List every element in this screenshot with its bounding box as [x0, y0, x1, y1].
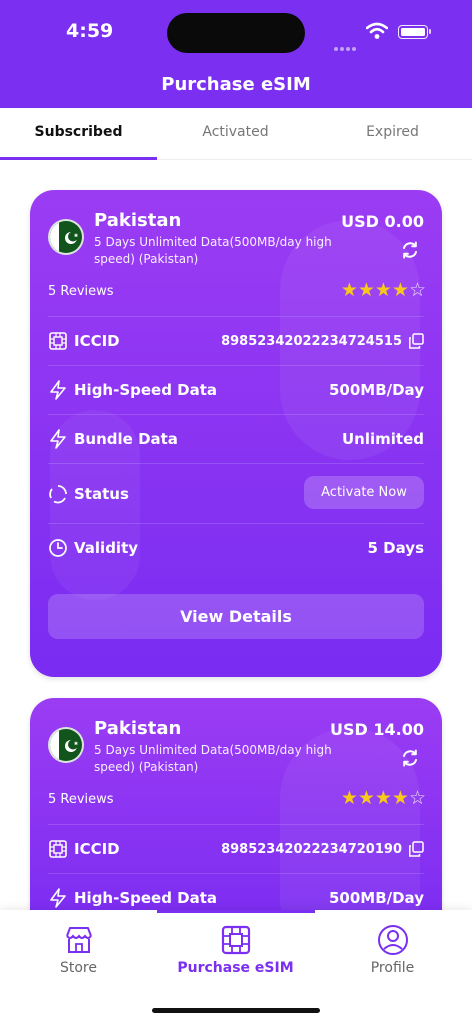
high-speed-data-row: High-Speed Data 500MB/Day	[48, 365, 424, 414]
plan-description: 5 Days Unlimited Data(500MB/day high spe…	[94, 235, 332, 266]
lightning-icon	[50, 429, 66, 449]
high-speed-value: 500MB/Day	[328, 889, 424, 907]
sim-chip-icon	[49, 332, 67, 350]
bottom-nav: Store Purchase eSIM Profile	[0, 910, 472, 1024]
tab-subscribed[interactable]: Subscribed	[0, 124, 157, 140]
battery-icon	[398, 25, 431, 39]
lightning-icon	[50, 888, 66, 908]
country-name: Pakistan	[94, 210, 182, 231]
nav-profile[interactable]: Profile	[314, 924, 471, 976]
reviews-count: 5 Reviews	[48, 792, 114, 807]
pakistan-flag-icon	[48, 727, 84, 763]
nav-indicator	[157, 910, 315, 913]
store-icon	[65, 927, 92, 953]
bundle-label: Bundle Data	[74, 430, 178, 448]
high-speed-label: High-Speed Data	[74, 889, 218, 907]
tab-bar: Subscribed Activated Expired	[0, 108, 472, 160]
iccid-label: ICCID	[74, 840, 120, 858]
view-details-button[interactable]: View Details	[48, 594, 424, 639]
page-title: Purchase eSIM	[161, 74, 311, 95]
sim-card-icon	[221, 925, 250, 955]
high-speed-label: High-Speed Data	[74, 381, 218, 399]
app-header: 4:59 Purchase eSIM	[0, 0, 472, 108]
country-name: Pakistan	[94, 718, 182, 739]
sim-chip-icon	[49, 840, 67, 858]
esim-card: Pakistan 5 Days Unlimited Data(500MB/day…	[30, 190, 442, 677]
home-indicator	[152, 1008, 320, 1013]
nav-store[interactable]: Store	[0, 924, 157, 976]
status-row: Status Activate Now	[48, 463, 424, 523]
esim-card: Pakistan 5 Days Unlimited Data(500MB/day…	[30, 698, 442, 938]
bundle-value: Unlimited	[342, 430, 424, 448]
cellular-signal-icon	[334, 36, 360, 51]
validity-label: Validity	[74, 539, 139, 557]
pakistan-flag-icon	[48, 219, 84, 255]
validity-value: 5 Days	[367, 539, 424, 557]
iccid-value: 89852342022234724515	[221, 334, 402, 349]
reviews-count: 5 Reviews	[48, 284, 114, 299]
profile-icon	[377, 925, 408, 955]
copy-icon[interactable]	[408, 841, 424, 857]
iccid-row: ICCID 89852342022234720190	[48, 824, 424, 873]
star-rating: ★★★★☆	[340, 279, 426, 301]
bundle-data-row: Bundle Data Unlimited	[48, 414, 424, 463]
dynamic-island	[167, 13, 305, 53]
status-time: 4:59	[66, 20, 114, 42]
wifi-icon	[366, 22, 388, 39]
star-rating: ★★★★☆	[340, 787, 426, 809]
tab-activated[interactable]: Activated	[157, 124, 314, 140]
nav-purchase-esim[interactable]: Purchase eSIM	[157, 924, 314, 976]
refresh-icon[interactable]	[400, 240, 420, 260]
status-spinner-icon	[49, 485, 67, 504]
status-label: Status	[74, 485, 129, 503]
price: USD 14.00	[330, 720, 424, 739]
clock-icon	[49, 539, 67, 557]
nav-profile-label: Profile	[370, 960, 415, 976]
iccid-row: ICCID 89852342022234724515	[48, 316, 424, 365]
tab-expired[interactable]: Expired	[314, 124, 471, 140]
high-speed-value: 500MB/Day	[328, 381, 424, 399]
price: USD 0.00	[341, 212, 424, 231]
tab-indicator	[0, 157, 157, 160]
plan-description: 5 Days Unlimited Data(500MB/day high spe…	[94, 743, 332, 774]
iccid-value: 89852342022234720190	[221, 842, 402, 857]
refresh-icon[interactable]	[400, 748, 420, 768]
activate-now-button[interactable]: Activate Now	[304, 476, 424, 509]
nav-purchase-esim-label: Purchase eSIM	[177, 960, 294, 976]
copy-icon[interactable]	[408, 333, 424, 349]
validity-row: Validity 5 Days	[48, 523, 424, 572]
lightning-icon	[50, 380, 66, 400]
nav-store-label: Store	[59, 960, 97, 976]
iccid-label: ICCID	[74, 332, 120, 350]
